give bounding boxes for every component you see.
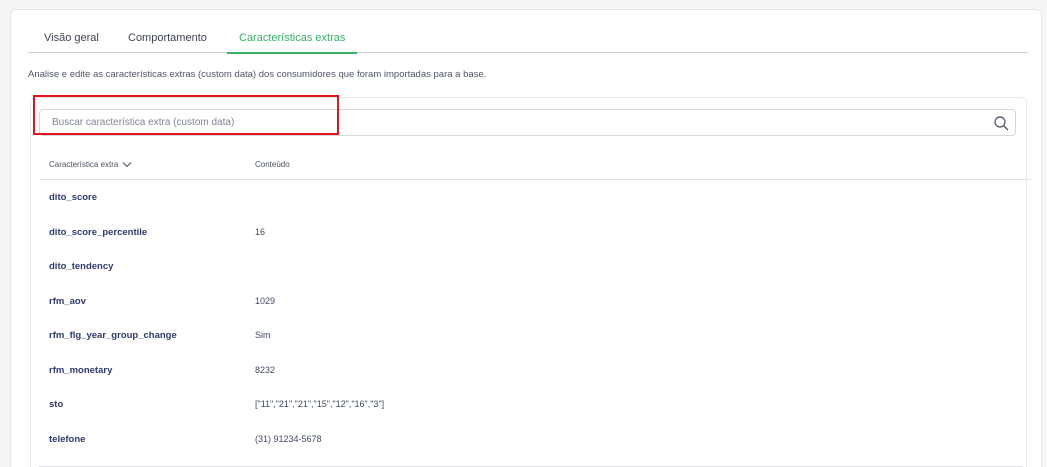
row-value: Sim	[255, 330, 271, 340]
table-row: dito_tendency	[39, 249, 1031, 284]
row-value: 1029	[255, 295, 276, 306]
search-input[interactable]	[52, 110, 982, 135]
tab-bar: Visão geral Comportamento Característica…	[28, 29, 1028, 54]
row-key: rfm_flg_year_group_change	[49, 330, 177, 341]
row-key: rfm_aov	[49, 295, 86, 307]
row-key: dito_score	[49, 192, 98, 203]
column-header-key[interactable]: Característica extra	[49, 160, 132, 169]
table-row: rfm_monetary 8232	[39, 353, 1031, 388]
row-value: 8232	[255, 364, 276, 375]
custom-data-card: Característica extra Conteúdo dito_score…	[30, 97, 1031, 467]
table-row: dito_score	[39, 180, 1031, 215]
table-row: rfm_aov 1029	[39, 284, 1031, 319]
row-key: rfm_monetary	[49, 364, 113, 376]
table-body: dito_score dito_score_percentile 16 dito…	[39, 180, 1031, 456]
chevron-down-icon	[122, 162, 132, 168]
content-panel: Visão geral Comportamento Característica…	[10, 9, 1042, 467]
row-key: sto	[49, 399, 64, 410]
row-value: (31) 91234-5678	[255, 433, 322, 444]
tab-behavior[interactable]: Comportamento	[128, 32, 207, 53]
page-description: Analise e edite as características extra…	[28, 69, 487, 80]
tab-overview[interactable]: Visão geral	[44, 32, 99, 53]
row-key: dito_tendency	[49, 261, 114, 272]
table-header: Característica extra Conteúdo	[39, 148, 1031, 180]
row-key: telefone	[49, 433, 86, 445]
row-value: ["11","21","21","15","12","16","3"]	[255, 399, 385, 409]
table-row: telefone (31) 91234-5678	[39, 422, 1031, 457]
column-header-key-label: Característica extra	[49, 160, 119, 169]
tab-extra-characteristics[interactable]: Características extras	[227, 32, 358, 54]
row-key: dito_score_percentile	[49, 226, 148, 238]
table-row: sto ["11","21","21","15","12","16","3"]	[39, 387, 1031, 422]
table-row: dito_score_percentile 16	[39, 215, 1031, 250]
row-value: 16	[255, 226, 266, 237]
table-row: rfm_flg_year_group_change Sim	[39, 318, 1031, 353]
column-header-content: Conteúdo	[255, 160, 290, 169]
search-icon[interactable]	[993, 115, 1009, 131]
search-box	[39, 109, 1016, 136]
